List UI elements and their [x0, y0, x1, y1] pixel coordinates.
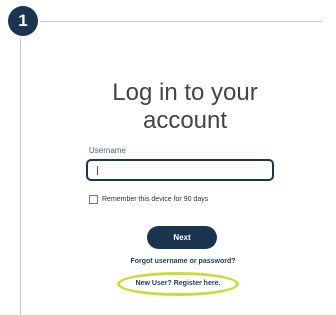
remember-device-label: Remember this device for 90 days: [102, 196, 209, 203]
remember-device-checkbox[interactable]: [89, 195, 98, 204]
page-title: Log in to your account: [40, 79, 330, 135]
page-title-line-1: Log in to your: [112, 79, 258, 106]
step-number-badge: 1: [8, 6, 38, 36]
text-caret: [97, 166, 98, 175]
panel-border-left: [20, 21, 21, 315]
next-button[interactable]: Next: [147, 226, 217, 249]
remember-device-row[interactable]: Remember this device for 90 days: [89, 195, 208, 204]
register-link[interactable]: New User? Register here.: [117, 280, 239, 287]
forgot-username-password-link[interactable]: Forgot username or password?: [110, 258, 256, 265]
username-input[interactable]: [86, 159, 274, 181]
step-number: 1: [18, 11, 28, 30]
panel-border-top: [20, 21, 322, 22]
username-label: Username: [89, 146, 126, 155]
page-title-line-2: account: [142, 107, 228, 134]
